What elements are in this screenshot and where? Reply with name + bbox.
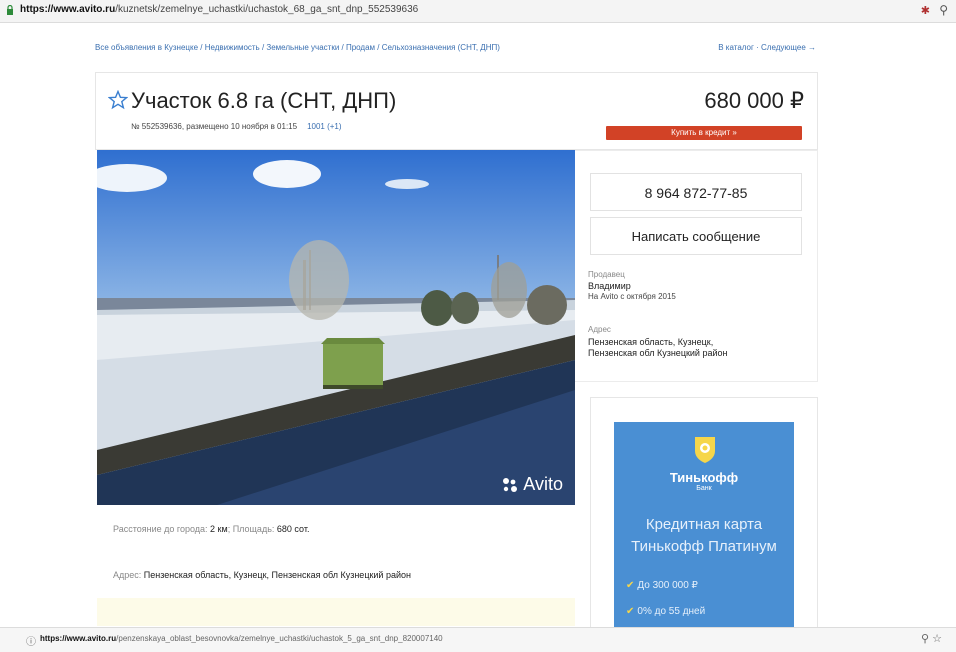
listing-number-date: № 552539636, размещено 10 ноября в 01:15 [131,122,298,131]
landscape-image [97,150,575,505]
address-bar[interactable]: https://www.avito.ru/kuznetsk/zemelnye_u… [0,0,956,23]
info-icon[interactable]: ⓘ [26,633,36,648]
highlight-strip [97,598,575,626]
watermark-text: Avito [523,474,563,494]
area-label: Площадь: [232,524,275,534]
tinkoff-emblem-icon [695,437,715,463]
seller-name[interactable]: Владимир [588,281,631,291]
buy-on-credit-button[interactable]: Купить в кредит » [606,126,802,140]
distance-label: Расстояние до города: [113,524,208,534]
area-value: 680 сот. [276,524,310,534]
bottom-url-domain: https://www.avito.ru [40,634,117,643]
ad-headline-line-2: Тинькофф Платинум [631,538,777,555]
ad-bullet: ✔ До 300 000 ₽ [626,580,698,591]
address-url[interactable]: https://www.avito.ru/kuznetsk/zemelnye_u… [20,4,418,15]
ad-bullet-text: До 300 000 ₽ [637,580,698,591]
avito-logo-icon [503,477,518,492]
url-domain: https://www.avito.ru [20,4,116,15]
details-address-line: Адрес: Пензенская область, Кузнецк, Пенз… [113,570,411,580]
ad-headline-line-1: Кредитная карта [645,516,763,533]
details-address-label: Адрес: [113,570,142,580]
check-icon: ✔ [626,580,635,591]
lock-icon [7,5,13,15]
check-icon: ✔ [626,606,635,617]
bottom-url-path: /penzenskaya_oblast_besovnovka/zemelnye_… [116,634,443,643]
bottom-url[interactable]: https://www.avito.ru/penzenskaya_oblast_… [40,634,443,643]
address-line-2: Пензенская обл Кузнецкий район [588,348,728,358]
seller-since: На Avito с октября 2015 [588,292,676,301]
address-label: Адрес [588,325,611,334]
tinkoff-ad-banner[interactable]: Тинькофф Банк Кредитная карта Тинькофф П… [614,422,794,637]
ad-bullet: ✔ 0% до 55 дней [626,606,705,617]
url-path: /kuznetsk/zemelnye_uchastki/uchastok_68_… [115,4,419,15]
address-line-1: Пензенская область, Кузнецк, [588,337,714,347]
ad-brand: Тинькофф [669,470,739,485]
catalog-next-links[interactable]: В каталог · Следующее → [718,43,816,52]
details-address-value: Пензенская область, Кузнецк, Пензенская … [143,570,411,580]
breadcrumb[interactable]: Все объявления в Кузнецке / Недвижимость… [95,43,500,52]
listing-meta: № 552539636, размещено 10 ноября в 01:15… [131,122,342,131]
bottom-address-bar[interactable]: ⓘ https://www.avito.ru/penzenskaya_oblas… [0,627,956,652]
bookmark-star-icon[interactable]: ⚲ ☆ [921,632,942,645]
ad-bullet-text: 0% до 55 дней [637,606,706,617]
avito-watermark: Avito [502,474,563,495]
listing-title: Участок 6.8 га (СНТ, ДНП) [131,88,397,113]
listing-price: 680 000 ₽ [704,88,804,113]
seller-label: Продавец [588,270,625,279]
phone-number-button[interactable]: 8 964 872-77-85 [590,173,802,211]
view-count[interactable]: 1001 (+1) [307,122,341,131]
ad-brand-sub: Банк [696,485,712,492]
extension-icon[interactable]: ✱ [921,4,930,17]
distance-value: 2 км [210,524,228,534]
listing-photo[interactable]: Avito [97,150,575,505]
zoom-icon[interactable]: ⚲ [939,3,948,17]
ad-headline: Кредитная карта Тинькофф Платинум [614,514,794,558]
write-message-button[interactable]: Написать сообщение [590,217,802,255]
star-icon[interactable] [108,90,128,110]
distance-area-line: Расстояние до города: 2 км; Площадь: 680… [113,524,309,534]
